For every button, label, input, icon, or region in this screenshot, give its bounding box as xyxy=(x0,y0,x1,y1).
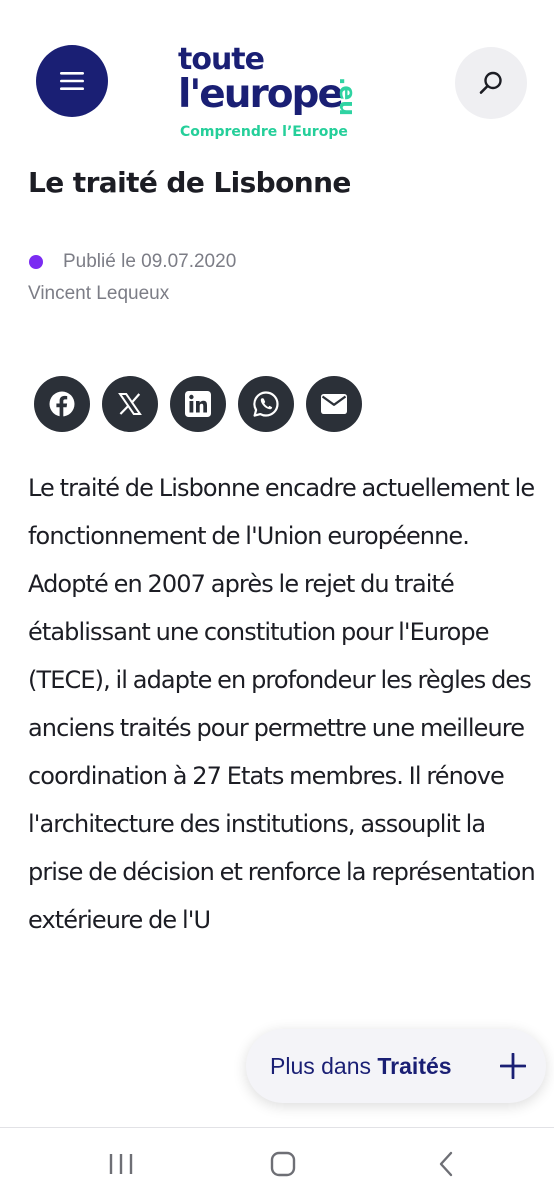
share-x-button[interactable] xyxy=(102,376,158,432)
search-button[interactable] xyxy=(455,47,527,119)
facebook-icon xyxy=(49,391,75,417)
back-button[interactable] xyxy=(426,1146,466,1182)
more-prefix: Plus dans xyxy=(270,1052,378,1079)
site-logo[interactable]: toute l'europe .eu Comprendre l’Europe xyxy=(178,44,398,144)
publish-date: Publié le 09.07.2020 xyxy=(63,251,237,272)
linkedin-icon xyxy=(185,391,211,417)
whatsapp-icon xyxy=(253,391,279,417)
search-icon xyxy=(479,71,502,94)
category-dot xyxy=(29,255,43,269)
logo-tagline: Comprendre l’Europe xyxy=(180,124,348,140)
recent-apps-button[interactable] xyxy=(101,1146,141,1182)
back-icon xyxy=(439,1151,453,1177)
hamburger-icon xyxy=(60,72,84,90)
home-button[interactable] xyxy=(263,1146,303,1182)
email-icon xyxy=(321,394,347,414)
plus-icon xyxy=(500,1053,526,1079)
share-email-button[interactable] xyxy=(306,376,362,432)
author-name[interactable]: Vincent Lequeux xyxy=(28,283,169,305)
more-in-topic-button[interactable]: Plus dans Traités xyxy=(246,1029,546,1103)
menu-button[interactable] xyxy=(36,45,108,117)
system-navbar xyxy=(0,1128,554,1200)
x-twitter-icon xyxy=(118,393,142,415)
share-buttons xyxy=(34,376,362,432)
more-in-topic-label: Plus dans Traités xyxy=(270,1053,452,1080)
more-topic: Traités xyxy=(377,1052,452,1079)
logo-suffix: .eu xyxy=(334,77,359,116)
article-body: Le traité de Lisbonne encadre actuelleme… xyxy=(28,474,536,934)
home-icon xyxy=(270,1151,296,1177)
share-facebook-button[interactable] xyxy=(34,376,90,432)
logo-line-2: l'europe xyxy=(178,72,344,117)
share-linkedin-button[interactable] xyxy=(170,376,226,432)
recent-apps-icon xyxy=(109,1154,133,1174)
article-title: Le traité de Lisbonne xyxy=(28,166,351,199)
share-whatsapp-button[interactable] xyxy=(238,376,294,432)
